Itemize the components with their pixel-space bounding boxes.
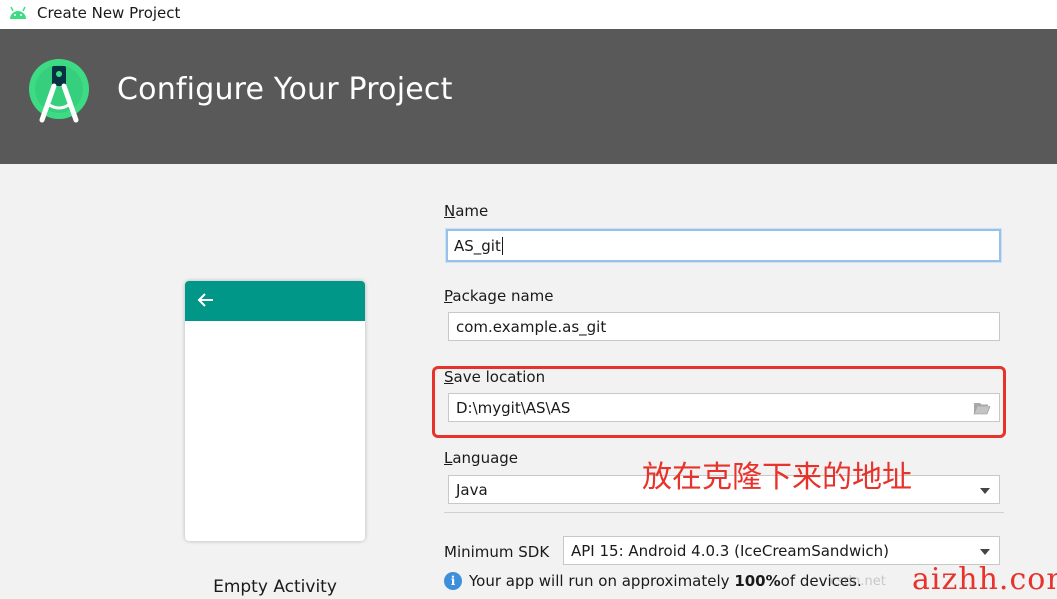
info-icon: i <box>444 572 462 590</box>
annotation-highlight-box <box>432 366 1006 438</box>
watermark-faint: csdn.net <box>830 574 886 589</box>
minimum-sdk-select[interactable]: API 15: Android 4.0.3 (IceCreamSandwich) <box>563 536 1000 565</box>
name-label: Name <box>444 202 489 220</box>
language-value: Java <box>456 480 488 499</box>
template-name: Empty Activity <box>213 577 337 597</box>
package-name-value: com.example.as_git <box>456 317 607 336</box>
minimum-sdk-value: API 15: Android 4.0.3 (IceCreamSandwich) <box>571 541 889 560</box>
divider <box>444 512 1004 513</box>
watermark: aizhh.com <box>912 562 1057 597</box>
window-title: Create New Project <box>37 4 181 22</box>
device-coverage-info: i Your app will run on approximately 100… <box>444 572 862 590</box>
name-field[interactable]: AS_git <box>446 229 1001 262</box>
page-title: Configure Your Project <box>117 72 453 107</box>
package-name-label: Package name <box>444 287 554 305</box>
language-label: Language <box>444 449 519 467</box>
chevron-down-icon <box>980 488 990 494</box>
annotation-text: 放在克隆下来的地址 <box>642 460 912 495</box>
android-icon <box>10 6 26 19</box>
minimum-sdk-label: Minimum SDK <box>444 543 550 561</box>
template-preview <box>185 281 365 541</box>
preview-app-bar <box>185 281 365 321</box>
info-prefix: Your app will run on approximately <box>469 572 730 590</box>
android-studio-logo-icon <box>29 59 89 123</box>
info-percent: 100% <box>734 572 781 590</box>
chevron-down-icon <box>980 549 990 555</box>
back-arrow-icon <box>197 293 213 307</box>
package-name-field[interactable]: com.example.as_git <box>448 312 1000 341</box>
window-titlebar: Create New Project <box>0 0 1057 29</box>
wizard-header: Configure Your Project <box>0 29 1057 164</box>
text-caret <box>501 236 503 255</box>
name-value: AS_git <box>454 236 501 255</box>
